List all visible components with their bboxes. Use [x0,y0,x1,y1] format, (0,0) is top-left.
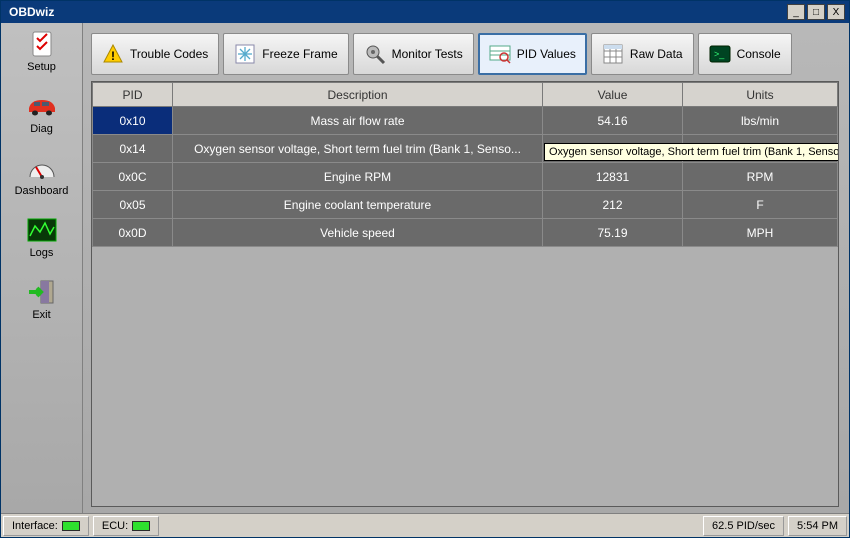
window-body: Setup Diag Dashboard Logs [1,23,849,513]
ecu-led-icon [132,521,150,531]
cell-pid: 0x0C [93,163,173,191]
sidebar-item-label: Logs [30,247,54,259]
monitor-icon [364,43,386,65]
status-ecu-label: ECU: [102,520,128,532]
sidebar-item-diag[interactable]: Diag [7,91,77,135]
console-icon: >_ [709,43,731,65]
table-search-icon [489,43,511,65]
toolbar: ! Trouble Codes Freeze Frame Monitor Tes… [91,33,839,75]
cell-desc: Vehicle speed [173,219,543,247]
button-label: Console [737,47,781,61]
column-header-units[interactable]: Units [683,83,838,107]
cell-units: F [683,191,838,219]
grid-header-row: PID Description Value Units [93,83,838,107]
main-area: ! Trouble Codes Freeze Frame Monitor Tes… [83,23,849,513]
raw-data-button[interactable]: Raw Data [591,33,694,75]
interface-led-icon [62,521,80,531]
cell-units: lbs/min [683,107,838,135]
cell-units: MPH [683,219,838,247]
pid-values-button[interactable]: PID Values [478,33,587,75]
app-window: OBDwiz _ □ X Setup Diag Dashbo [0,0,850,538]
minimize-button[interactable]: _ [787,4,805,20]
cell-pid: 0x05 [93,191,173,219]
status-ecu: ECU: [93,516,159,536]
status-clock: 5:54 PM [788,516,847,536]
button-label: Freeze Frame [262,47,337,61]
close-button[interactable]: X [827,4,845,20]
car-icon [24,91,60,121]
sidebar-item-dashboard[interactable]: Dashboard [7,153,77,197]
pid-grid[interactable]: PID Description Value Units 0x10Mass air… [91,81,839,507]
button-label: Raw Data [630,47,683,61]
sidebar-item-logs[interactable]: Logs [7,215,77,259]
button-label: Trouble Codes [130,47,208,61]
status-pid-rate: 62.5 PID/sec [703,516,784,536]
sidebar: Setup Diag Dashboard Logs [1,23,83,513]
cell-value: 212 [543,191,683,219]
sidebar-item-label: Setup [27,61,56,73]
setup-icon [24,29,60,59]
gauge-icon [24,153,60,183]
status-interface-label: Interface: [12,520,58,532]
sidebar-item-setup[interactable]: Setup [7,29,77,73]
table-row[interactable]: 0x0CEngine RPM12831RPM [93,163,838,191]
sidebar-item-label: Dashboard [15,185,69,197]
table-row[interactable]: 0x05Engine coolant temperature212F [93,191,838,219]
cell-desc: Mass air flow rate [173,107,543,135]
cell-pid: 0x0D [93,219,173,247]
exit-icon [24,277,60,307]
table-row[interactable]: 0x10Mass air flow rate54.16lbs/min [93,107,838,135]
console-button[interactable]: >_ Console [698,33,792,75]
statusbar: Interface: ECU: 62.5 PID/sec 5:54 PM [1,513,849,537]
monitor-tests-button[interactable]: Monitor Tests [353,33,474,75]
sidebar-item-label: Exit [32,309,50,321]
sidebar-item-label: Diag [30,123,53,135]
cell-desc: Engine coolant temperature [173,191,543,219]
freeze-frame-button[interactable]: Freeze Frame [223,33,348,75]
cell-desc: Oxygen sensor voltage, Short term fuel t… [173,135,543,163]
cell-value: 54.16 [543,107,683,135]
sidebar-item-exit[interactable]: Exit [7,277,77,321]
trouble-codes-button[interactable]: ! Trouble Codes [91,33,219,75]
logs-icon [24,215,60,245]
cell-value: 12831 [543,163,683,191]
status-interface: Interface: [3,516,89,536]
cell-pid: 0x14 [93,135,173,163]
cell-pid: 0x10 [93,107,173,135]
svg-text:!: ! [111,49,115,63]
spreadsheet-icon [602,43,624,65]
window-title: OBDwiz [5,5,785,19]
cell-value: 75.19 [543,219,683,247]
table-row[interactable]: 0x0DVehicle speed75.19MPH [93,219,838,247]
column-header-description[interactable]: Description [173,83,543,107]
button-label: Monitor Tests [392,47,463,61]
tooltip: Oxygen sensor voltage, Short term fuel t… [544,143,839,161]
snowflake-icon [234,43,256,65]
cell-units: RPM [683,163,838,191]
warning-icon: ! [102,43,124,65]
maximize-button[interactable]: □ [807,4,825,20]
column-header-pid[interactable]: PID [93,83,173,107]
cell-desc: Engine RPM [173,163,543,191]
titlebar[interactable]: OBDwiz _ □ X [1,1,849,23]
button-label: PID Values [517,47,576,61]
svg-text:>_: >_ [714,49,725,59]
column-header-value[interactable]: Value [543,83,683,107]
